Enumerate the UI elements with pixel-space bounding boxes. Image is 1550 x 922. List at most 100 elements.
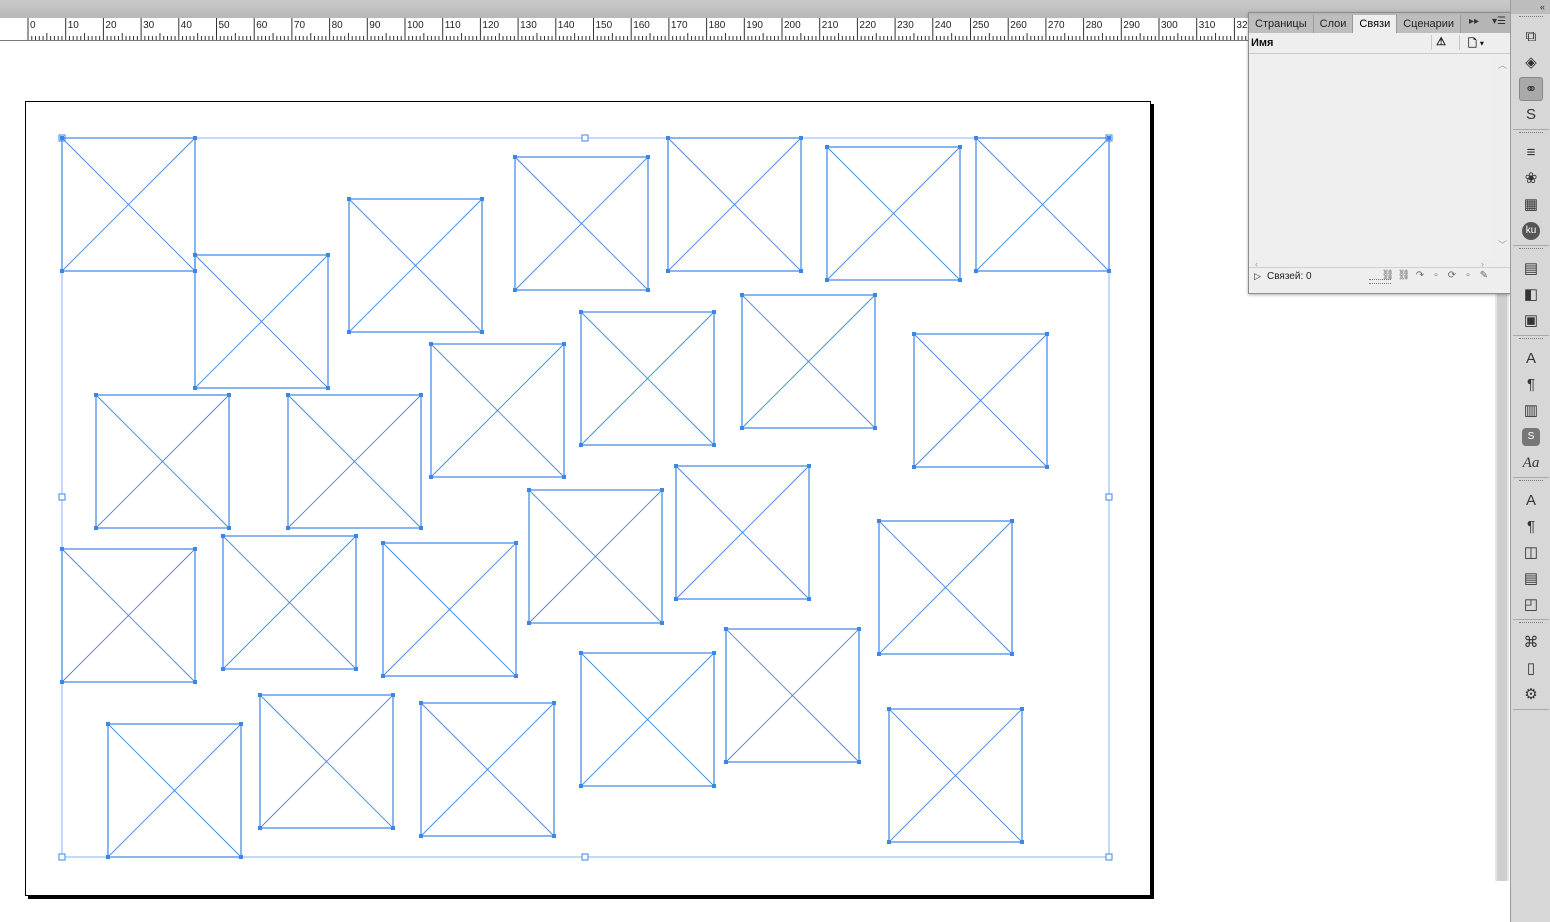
dock-separator xyxy=(1513,245,1549,246)
ruler-label: 180 xyxy=(708,20,726,31)
page-column-icon[interactable]: 🗋 ▾ xyxy=(1459,35,1492,50)
character-icon[interactable]: A xyxy=(1519,347,1543,371)
stroke-icon[interactable]: S xyxy=(1519,103,1543,127)
ruler-label: 160 xyxy=(633,20,650,31)
edit-page-icon[interactable]: ▫ xyxy=(1461,269,1475,283)
ruler-label: 300 xyxy=(1161,20,1178,31)
pathfinder-icon[interactable]: ◧ xyxy=(1519,283,1543,307)
ruler-label: 260 xyxy=(1010,20,1027,31)
dock-grip[interactable] xyxy=(1519,480,1543,487)
lines-icon[interactable]: ≡ xyxy=(1519,141,1543,165)
column-name[interactable]: Имя xyxy=(1251,37,1273,49)
expand-tabs-icon[interactable]: ▸▸ xyxy=(1469,16,1479,27)
hyperlinks-icon[interactable]: ⌘ xyxy=(1519,631,1543,655)
script-icon[interactable]: ⚙ xyxy=(1519,683,1543,707)
panel-menu-icon[interactable]: ▾☰ xyxy=(1492,16,1506,27)
dock-separator xyxy=(1513,129,1549,130)
panel-dock-toolbar: « ⧉ ◈ ⚭ S ≡ ❀ ▦ ku ▤ ◧ ▣ A ¶ ▥ S Aa A ¶ … xyxy=(1510,0,1550,922)
edit-original-icon[interactable]: ✎ xyxy=(1477,269,1491,283)
ruler-label: 140 xyxy=(557,20,575,31)
table-style-icon[interactable]: ▤ xyxy=(1519,567,1543,591)
ruler-label: 130 xyxy=(520,20,537,31)
scroll-down-icon[interactable]: ﹀ xyxy=(1498,238,1507,251)
styles-icon[interactable]: S xyxy=(1519,425,1543,449)
links-list-vscroll[interactable]: ︿ ﹀ xyxy=(1495,54,1509,259)
scrollbar-thumb[interactable] xyxy=(1497,291,1507,881)
ruler-label: 30 xyxy=(143,20,155,31)
links-icon[interactable]: ⚭ xyxy=(1519,77,1543,101)
layers-icon[interactable]: ◈ xyxy=(1519,51,1543,75)
scroll-up-icon[interactable]: ︿ xyxy=(1498,58,1507,71)
text-wrap-icon[interactable]: ▣ xyxy=(1519,309,1543,333)
update-link-icon[interactable]: ⟳ xyxy=(1445,269,1459,283)
links-list[interactable] xyxy=(1249,54,1493,259)
ruler-label: 120 xyxy=(482,20,500,31)
relink-icon[interactable]: ⛓ xyxy=(1397,269,1411,283)
ruler-label: 20 xyxy=(105,20,117,31)
goto-link-icon[interactable]: ↷ xyxy=(1413,269,1427,283)
tab-pages[interactable]: Страницы xyxy=(1249,15,1314,33)
tab-links[interactable]: Связи xyxy=(1353,15,1398,33)
ruler-label: 60 xyxy=(256,20,268,31)
ruler-label: 90 xyxy=(369,20,381,31)
panel-resize-grip[interactable] xyxy=(1369,279,1391,284)
ruler-label: 250 xyxy=(972,20,990,31)
dock-separator xyxy=(1513,709,1549,710)
expand-triangle-icon[interactable]: ▷ xyxy=(1254,271,1261,282)
book-icon[interactable]: ▯ xyxy=(1519,657,1543,681)
horizontal-ruler[interactable]: 0 10 20 30 40 50 60 70 80 90 100 110 120 130 140 150 160… xyxy=(0,18,1248,41)
ruler-label: 80 xyxy=(331,20,343,31)
ruler-label: 270 xyxy=(1047,20,1065,31)
links-count: Связей: 0 xyxy=(1267,271,1312,282)
warning-icon[interactable]: ⚠ xyxy=(1431,35,1450,50)
goto-page-icon[interactable]: ▫ xyxy=(1429,269,1443,283)
ruler-label: 150 xyxy=(595,20,613,31)
dock-separator xyxy=(1513,477,1549,478)
ruler-label: 310 xyxy=(1198,20,1216,31)
paragraph-icon[interactable]: ¶ xyxy=(1519,373,1543,397)
links-panel-footer: ▷ Связей: 0 ⛓ ⛓ ↷ ▫ ⟳ ▫ ✎ xyxy=(1249,267,1511,286)
ruler-label: 230 xyxy=(897,20,914,31)
dock-separator xyxy=(1513,619,1549,620)
ruler-label: 290 xyxy=(1123,20,1140,31)
character-styles-icon[interactable]: Aa xyxy=(1519,451,1543,475)
ruler-label: 110 xyxy=(444,20,461,31)
ruler-label: 210 xyxy=(821,20,839,31)
ruler-label: 0 xyxy=(30,20,36,31)
tab-scripts[interactable]: Сценарии xyxy=(1397,15,1462,33)
document-page[interactable] xyxy=(25,101,1151,896)
object-style-icon[interactable]: ◫ xyxy=(1519,541,1543,565)
char-style-panel-icon[interactable]: A xyxy=(1519,489,1543,513)
panel-tabs: Страницы Слои Связи Сценарии ▸▸ ▾☰ xyxy=(1249,13,1511,33)
ruler-label: 200 xyxy=(784,20,801,31)
ruler-label: 40 xyxy=(180,20,192,31)
dock-grip[interactable] xyxy=(1519,132,1543,139)
ruler-label: 100 xyxy=(407,20,424,31)
table-icon[interactable]: ▥ xyxy=(1519,399,1543,423)
collapse-dock-icon[interactable]: « xyxy=(1511,0,1550,14)
ruler-label: 170 xyxy=(670,20,688,31)
ruler-label: 190 xyxy=(746,20,763,31)
links-column-header: Имя ⚠ 🗋 ▾ xyxy=(1249,33,1511,54)
ruler-label: 240 xyxy=(934,20,952,31)
kuler-icon[interactable]: ku xyxy=(1519,219,1543,243)
ruler-label: 10 xyxy=(67,20,79,31)
cell-style-icon[interactable]: ◰ xyxy=(1519,593,1543,617)
ruler-label: 220 xyxy=(859,20,877,31)
tab-layers[interactable]: Слои xyxy=(1313,15,1354,33)
dock-grip[interactable] xyxy=(1519,622,1543,629)
ruler-label: 32 xyxy=(1236,20,1248,31)
pages-icon[interactable]: ⧉ xyxy=(1519,25,1543,49)
swatches-icon[interactable]: ❀ xyxy=(1519,167,1543,191)
align-icon[interactable]: ▤ xyxy=(1519,257,1543,281)
para-style-panel-icon[interactable]: ¶ xyxy=(1519,515,1543,539)
dock-grip[interactable] xyxy=(1519,16,1543,23)
ruler-label: 70 xyxy=(293,20,306,31)
ruler-label: 280 xyxy=(1085,20,1103,31)
dock-grip[interactable] xyxy=(1519,248,1543,255)
dock-grip[interactable] xyxy=(1519,338,1543,345)
dock-separator xyxy=(1513,335,1549,336)
grid-icon[interactable]: ▦ xyxy=(1519,193,1543,217)
ruler-label: 50 xyxy=(218,20,230,31)
links-panel: Страницы Слои Связи Сценарии ▸▸ ▾☰ Имя ⚠… xyxy=(1248,12,1512,294)
